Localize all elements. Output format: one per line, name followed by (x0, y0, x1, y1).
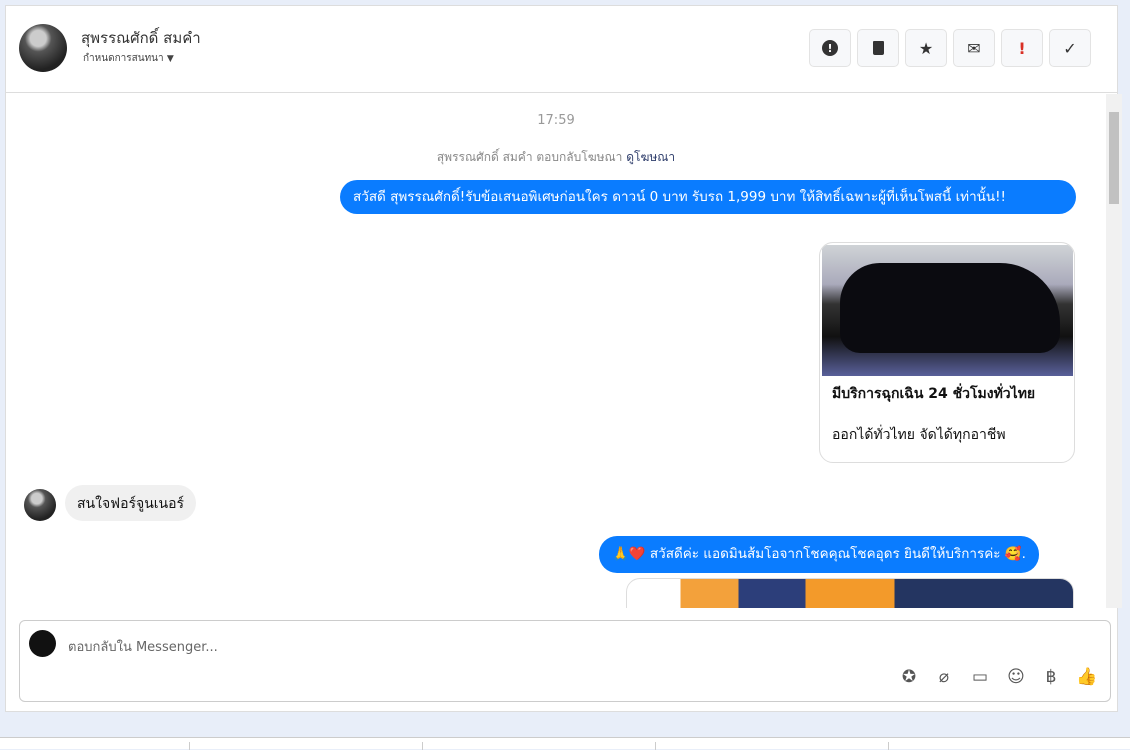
emoji-icon[interactable]: ☺ (1004, 667, 1028, 687)
report-button[interactable]: ! (809, 29, 851, 67)
exclamation-icon: ! (1018, 38, 1026, 58)
baht-icon[interactable]: ฿ (1039, 667, 1063, 687)
reply-input[interactable]: ตอบกลับใน Messenger... (68, 636, 218, 657)
caret-down-icon: ▼ (166, 54, 174, 64)
contact-avatar[interactable] (19, 24, 67, 72)
important-button[interactable]: ! (1001, 29, 1043, 67)
page-avatar (29, 630, 56, 657)
check-icon: ✓ (1063, 38, 1077, 58)
dropdown-label: กำหนดการสนทนา (83, 53, 164, 64)
saved-reply-icon[interactable]: ✪ (897, 667, 921, 687)
scrollbar[interactable] (1106, 94, 1122, 608)
ad-card[interactable]: มีบริการฉุกเฉิน 24 ชั่วโมงทั่วไทย ออกได้… (819, 242, 1075, 463)
ad-reply-note: สุพรรณศักดิ์ สมคำ ตอบกลับโฆษณา ดูโฆษณา (6, 148, 1106, 167)
alert-circle-icon: ! (822, 40, 838, 56)
outgoing-message: สวัสดี สุพรรณศักดิ์!รับข้อเสนอพิเศษก่อนใ… (340, 180, 1076, 214)
conversation-settings-dropdown[interactable]: กำหนดการสนทนา ▼ (83, 51, 174, 66)
attach-icon[interactable]: ⌀ (932, 667, 956, 687)
trash-icon (872, 41, 884, 55)
mark-unread-button[interactable]: ✉ (953, 29, 995, 67)
sender-avatar (24, 489, 56, 521)
card-title: มีบริการฉุกเฉิน 24 ชั่วโมงทั่วไทย (832, 386, 1036, 402)
done-button[interactable]: ✓ (1049, 29, 1091, 67)
scrollbar-thumb[interactable] (1109, 112, 1119, 204)
star-button[interactable]: ★ (905, 29, 947, 67)
conversation-header: สุพรรณศักดิ์ สมคำ กำหนดการสนทนา ▼ ! ★ ✉ … (6, 6, 1117, 93)
card-subtitle: ออกได้ทั่วไทย จัดได้ทุกอาชีพ (832, 427, 1006, 443)
delete-button[interactable] (857, 29, 899, 67)
message-list: 17:59 สุพรรณศักดิ์ สมคำ ตอบกลับโฆษณา ดูโ… (6, 94, 1106, 608)
contact-name: สุพรรณศักดิ์ สมคำ (81, 29, 201, 47)
car-image (822, 245, 1073, 376)
reply-composer[interactable]: ตอบกลับใน Messenger... ✪ ⌀ ▭ ☺ ฿ 👍 (19, 620, 1111, 702)
outgoing-message: 🙏❤️ สวัสดีค่ะ แอดมินส้มโอจากโชคคุณโชคอุด… (599, 536, 1039, 573)
conversation-panel: สุพรรณศักดิ์ สมคำ กำหนดการสนทนา ▼ ! ★ ✉ … (5, 5, 1122, 712)
envelope-icon: ✉ (967, 38, 981, 58)
like-icon[interactable]: 👍 (1075, 667, 1099, 687)
star-icon: ★ (918, 38, 934, 58)
incoming-message: สนใจฟอร์จูนเนอร์ (65, 485, 197, 521)
bottom-bar (0, 737, 1130, 750)
view-ad-link[interactable]: ดูโฆษณา (626, 150, 675, 164)
chat-bubble-icon[interactable]: ▭ (968, 667, 992, 687)
ad-note-text: สุพรรณศักดิ์ สมคำ ตอบกลับโฆษณา (436, 150, 623, 164)
promo-image (626, 578, 1074, 608)
message-timestamp: 17:59 (537, 113, 575, 128)
